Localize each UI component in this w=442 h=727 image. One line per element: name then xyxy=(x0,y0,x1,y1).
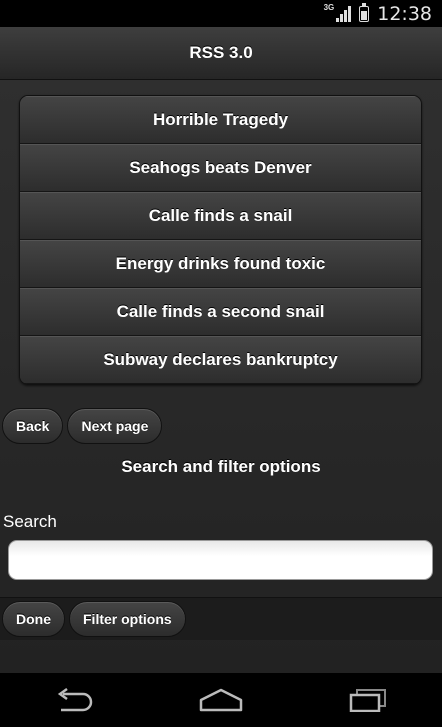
footer-buttons: Done Filter options xyxy=(2,601,186,637)
back-icon[interactable] xyxy=(44,680,104,720)
next-page-button[interactable]: Next page xyxy=(67,408,163,444)
feed-item[interactable]: Calle finds a snail xyxy=(20,192,421,240)
battery-icon xyxy=(359,2,370,22)
page-title: RSS 3.0 xyxy=(189,43,253,62)
clock: 12:38 xyxy=(377,2,432,25)
feed-list: Horrible Tragedy Seahogs beats Denver Ca… xyxy=(19,95,422,385)
filter-options-button[interactable]: Filter options xyxy=(69,601,186,637)
app-header: RSS 3.0 xyxy=(0,27,442,80)
status-bar: 3G 12:38 xyxy=(0,0,442,27)
feed-item[interactable]: Seahogs beats Denver xyxy=(20,144,421,192)
pager: Back Next page xyxy=(2,408,163,444)
network-type: 3G xyxy=(323,3,335,12)
done-button[interactable]: Done xyxy=(2,601,65,637)
feed-item[interactable]: Horrible Tragedy xyxy=(20,96,421,144)
search-label: Search xyxy=(3,512,57,531)
search-input[interactable] xyxy=(8,540,433,580)
status-icons: 3G 12:38 xyxy=(324,0,432,27)
system-nav-bar xyxy=(0,673,442,727)
main-content: Horrible Tragedy Seahogs beats Denver Ca… xyxy=(0,80,442,673)
back-button[interactable]: Back xyxy=(2,408,64,444)
signal-icon xyxy=(336,5,352,22)
footer-toolbar: Done Filter options xyxy=(0,597,442,640)
home-icon[interactable] xyxy=(191,680,251,720)
search-section-title: Search and filter options xyxy=(121,457,321,476)
recent-apps-icon[interactable] xyxy=(338,680,398,720)
feed-item[interactable]: Subway declares bankruptcy xyxy=(20,336,421,384)
feed-item[interactable]: Calle finds a second snail xyxy=(20,288,421,336)
feed-item[interactable]: Energy drinks found toxic xyxy=(20,240,421,288)
